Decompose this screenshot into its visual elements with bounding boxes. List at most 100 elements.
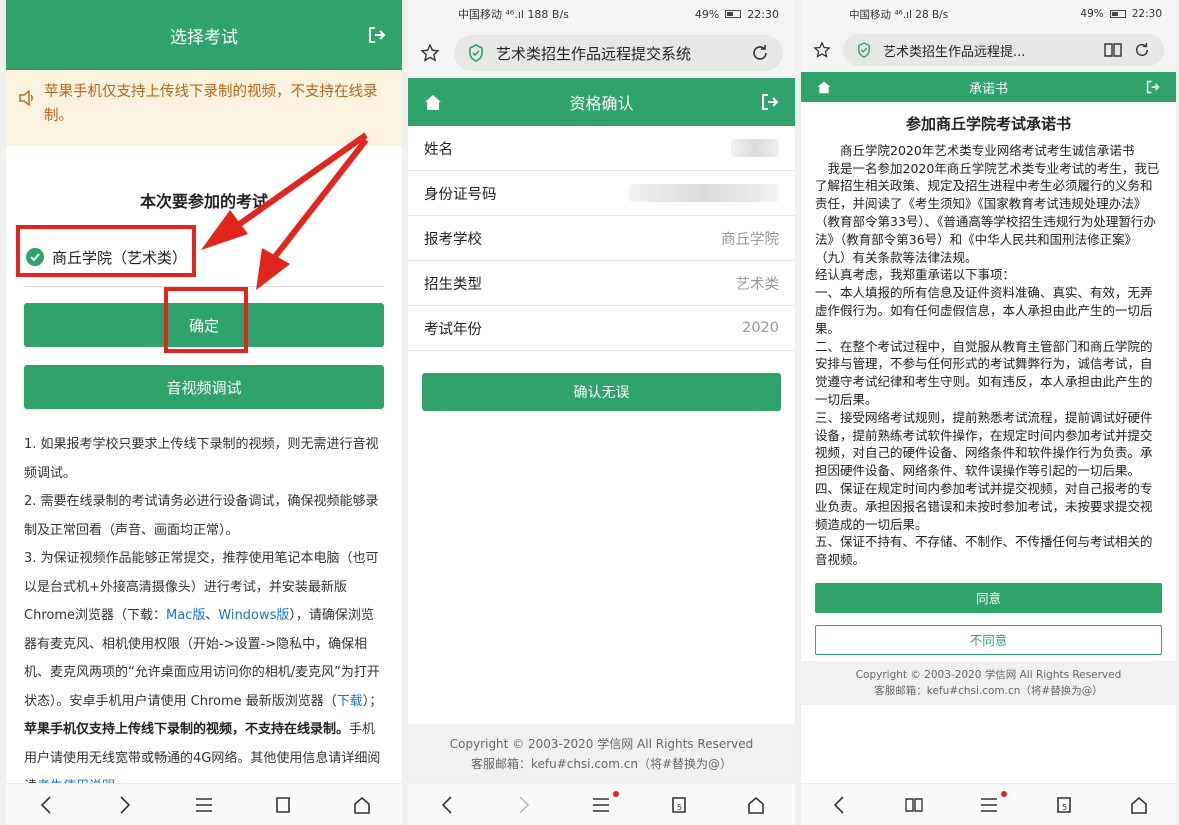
status-left: 中国移动 ⁴⁶.ıl 28 B/s (849, 7, 948, 22)
instruction-1: 1. 如果报考学校只要求上传线下录制的视频，则无需进行音视频调试。 (24, 437, 379, 481)
home-icon[interactable] (817, 80, 831, 94)
tabs-icon[interactable]: 5 (1052, 793, 1076, 817)
back-icon[interactable] (34, 793, 58, 817)
status-right: 49% 22:30 (1080, 8, 1162, 20)
info-row-id: 身份证号码 (408, 171, 795, 216)
home-icon[interactable] (1127, 793, 1151, 817)
pledge-document: 参加商丘学院考试承诺书 商丘学院2020年艺术类专业网络考试考生诚信承诺书 我是… (801, 115, 1176, 569)
logout-icon[interactable] (761, 93, 779, 111)
menu-icon[interactable] (977, 790, 1007, 817)
pledge-title: 参加商丘学院考试承诺书 (905, 115, 1071, 133)
header-bar: 承诺书 (801, 72, 1176, 102)
pledge-paragraph: 三、接受网络考试规则，提前熟悉考试流程，提前调试好硬件设备，提前熟练考试软件操作… (815, 409, 1153, 479)
row-label: 招生类型 (424, 276, 482, 293)
pledge-paragraph: 经认真考虑，我郑重承诺以下事项： (815, 267, 1016, 283)
android-download-link[interactable]: 下载 (337, 694, 363, 709)
windows-download-link[interactable]: Windows版 (218, 608, 289, 623)
reader-mode-icon[interactable] (1104, 43, 1122, 57)
separator: 、 (205, 608, 219, 623)
notification-dot (1000, 790, 1007, 797)
home-icon[interactable] (744, 793, 768, 817)
url-field[interactable]: 艺术类招生作品远程提... (843, 34, 1164, 66)
menu-icon[interactable] (589, 790, 620, 817)
battery-percent: 49% (694, 7, 720, 21)
row-value: 艺术类 (735, 276, 780, 293)
info-row-year: 考试年份 2020 (408, 306, 795, 351)
svg-text:5: 5 (1062, 803, 1067, 812)
net-speed: 188 B/s (527, 8, 569, 21)
row-label: 考试年份 (424, 321, 482, 338)
tabs-icon[interactable] (271, 793, 295, 817)
bottom-nav: 5 (801, 783, 1176, 825)
star-icon[interactable] (813, 41, 831, 59)
info-row-type: 招生类型 艺术类 (408, 261, 795, 306)
clock: 22:30 (1131, 8, 1162, 20)
redacted-value (629, 184, 779, 202)
tabs-icon[interactable]: 5 (667, 793, 691, 817)
home-icon[interactable] (424, 93, 442, 111)
url-field[interactable]: 艺术类招生作品远程提交系统 (454, 35, 783, 71)
forward-icon[interactable] (113, 793, 137, 817)
pledge-paragraph: 商丘学院2020年艺术类专业网络考试考生诚信承诺书 (815, 142, 1135, 158)
shield-icon (857, 42, 871, 58)
row-value: 商丘学院 (721, 231, 779, 248)
bottom-nav (6, 783, 402, 825)
instructions: 1. 如果报考学校只要求上传线下录制的视频，则无需进行音视频调试。 2. 需要在… (24, 431, 386, 802)
address-bar: 艺术类招生作品远程提... (801, 28, 1176, 72)
refresh-icon[interactable] (1134, 42, 1150, 58)
screenshot-collage: 选择考试 苹果手机仅支持上传线下录制的视频，不支持在线录制。 本次要参加的考试 … (0, 0, 1179, 825)
status-bar: 中国移动 ⁴⁶.ıl 188 B/s 49% 22:30 (408, 0, 795, 28)
page-title: 承诺书 (968, 81, 1008, 97)
battery-icon (725, 10, 742, 18)
bookmarks-icon[interactable] (902, 793, 926, 817)
annotation-arrows (201, 132, 369, 290)
battery-percent: 49% (1080, 8, 1104, 20)
status-right: 49% 22:30 (695, 8, 779, 21)
info-row-school: 报考学校 商丘学院 (408, 216, 795, 261)
pledge-paragraph: 我是一名参加2020年商丘学院艺术类专业考试的考生，我已了解招生相关政策、规定及… (815, 160, 1160, 265)
logout-icon[interactable] (1146, 80, 1160, 94)
row-value: 2020 (742, 320, 779, 336)
back-icon[interactable] (435, 793, 459, 817)
carrier: 中国移动 (849, 8, 891, 21)
pledge-paragraph: 四、保证在规定时间内参加考试并提交视频，对自己报考的专业负责。承担因报名错误和未… (815, 480, 1153, 532)
confirm-correct-button[interactable]: 确认无误 (422, 373, 781, 411)
star-icon[interactable] (420, 43, 440, 63)
row-label: 报考学校 (424, 231, 482, 248)
phone-screen-pledge: 中国移动 ⁴⁶.ıl 28 B/s 49% 22:30 艺术类招生作品远程提...… (801, 0, 1176, 825)
menu-icon[interactable] (192, 793, 216, 817)
header-bar: 资格确认 (408, 78, 795, 126)
signal-icon: ⁴⁶.ıl (894, 8, 912, 21)
support-email: 客服邮箱：kefu#chsi.com.cn（将#替换为@） (470, 757, 733, 771)
back-icon[interactable] (827, 793, 851, 817)
svg-text:5: 5 (677, 803, 682, 812)
url-text: 艺术类招生作品远程提... (883, 44, 1026, 60)
agree-button[interactable]: 同意 (815, 582, 1162, 613)
signal-icon: ⁴⁶.ıl (505, 8, 524, 21)
forward-icon[interactable] (512, 793, 536, 817)
info-row-name: 姓名 (408, 126, 795, 171)
carrier: 中国移动 (458, 8, 502, 21)
footer: Copyright © 2003-2020 学信网 All Rights Res… (408, 724, 795, 784)
status-bar: 中国移动 ⁴⁶.ıl 28 B/s 49% 22:30 (801, 0, 1176, 28)
copyright: Copyright © 2003-2020 学信网 All Rights Res… (855, 668, 1122, 681)
instruction-3-text: ），请确保浏览器有麦克风、相机使用权限（开始->设置->隐私中，确保相机、麦克风… (24, 608, 380, 709)
bold-warning: 苹果手机仅支持上传线下录制的视频，不支持在线录制。 (24, 722, 350, 737)
battery-icon (1109, 10, 1126, 18)
mac-download-link[interactable]: Mac版 (166, 608, 205, 623)
disagree-button[interactable]: 不同意 (815, 624, 1162, 655)
row-label: 姓名 (424, 141, 453, 158)
home-icon[interactable] (350, 793, 374, 817)
net-speed: 28 B/s (915, 8, 949, 21)
refresh-icon[interactable] (751, 44, 769, 62)
copyright: Copyright © 2003-2020 学信网 All Rights Res… (449, 737, 754, 751)
bottom-nav: 5 (408, 783, 795, 825)
page-title: 资格确认 (569, 94, 634, 113)
row-label: 身份证号码 (424, 186, 497, 203)
pledge-paragraph: 五、保证不持有、不存储、不制作、不传播任何与考试相关的音视频。 (815, 534, 1153, 568)
instruction-3: 3. 为保证视频作品能够正常提交，推荐使用笔记本电脑（也可以是台式机+外接高清摄… (24, 545, 386, 802)
status-left: 中国移动 ⁴⁶.ıl 188 B/s (458, 6, 569, 22)
url-text: 艺术类招生作品远程提交系统 (496, 44, 692, 63)
phone-screen-qualification: 中国移动 ⁴⁶.ıl 188 B/s 49% 22:30 艺术类招生作品远程提交系… (408, 0, 795, 825)
support-email: 客服邮箱：kefu#chsi.com.cn（将#替换为@） (874, 684, 1103, 697)
